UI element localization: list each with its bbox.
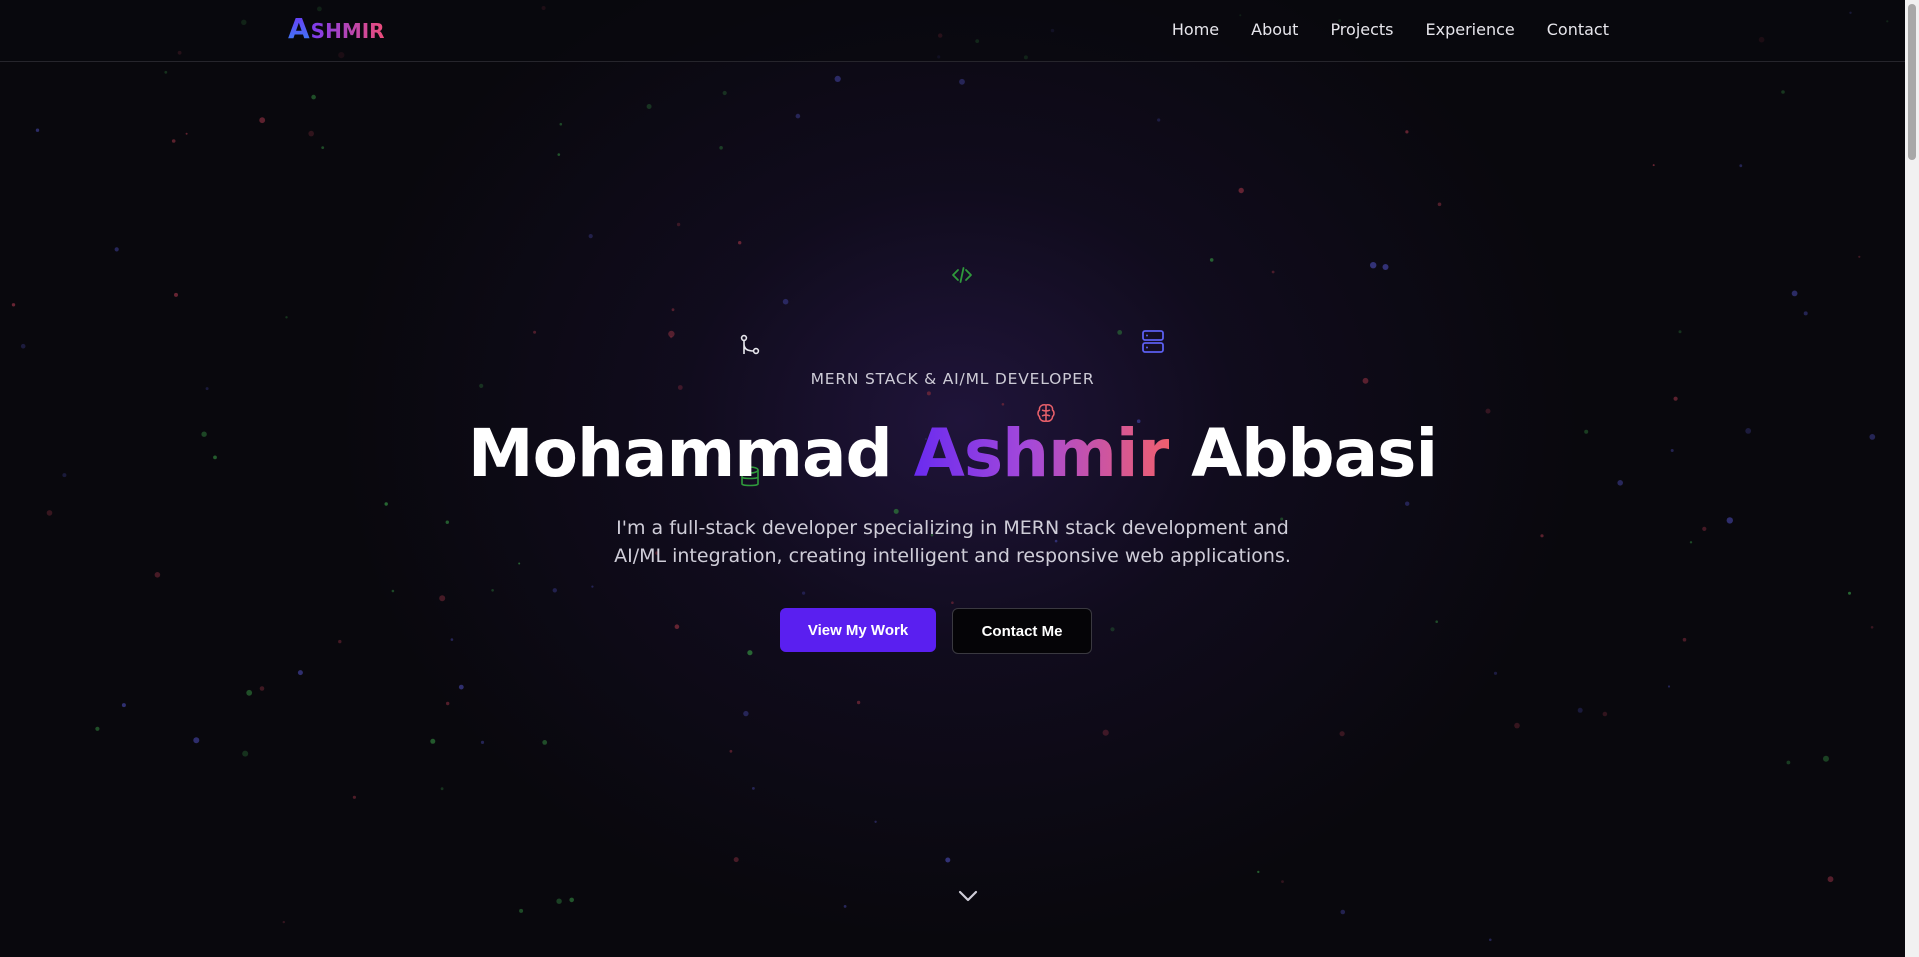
server-icon (1142, 330, 1164, 353)
hero-section: MERN STACK & AI/ML DEVELOPER Mohammad As… (0, 0, 1905, 957)
hero-name-first: Mohammad (467, 415, 893, 492)
hero-name-accent: Ashmir (913, 415, 1170, 492)
hero-name: Mohammad Ashmir Abbasi (0, 415, 1905, 492)
hero-description-line1: I'm a full-stack developer specializing … (616, 517, 1289, 539)
hero-subtitle: MERN STACK & AI/ML DEVELOPER (810, 370, 1095, 388)
hero-description: I'm a full-stack developer specializing … (0, 514, 1905, 570)
contact-me-button[interactable]: Contact Me (952, 608, 1092, 654)
chevron-down-icon[interactable] (957, 889, 979, 903)
scrollbar[interactable] (1905, 0, 1919, 957)
code-icon (952, 267, 972, 283)
git-branch-icon (740, 334, 760, 355)
scrollbar-thumb[interactable] (1908, 4, 1916, 160)
view-my-work-button[interactable]: View My Work (780, 608, 936, 652)
hero-description-line2: AI/ML integration, creating intelligent … (614, 545, 1291, 567)
hero-buttons: View My Work Contact Me (0, 608, 1905, 654)
hero-name-last: Abbasi (1191, 415, 1438, 492)
